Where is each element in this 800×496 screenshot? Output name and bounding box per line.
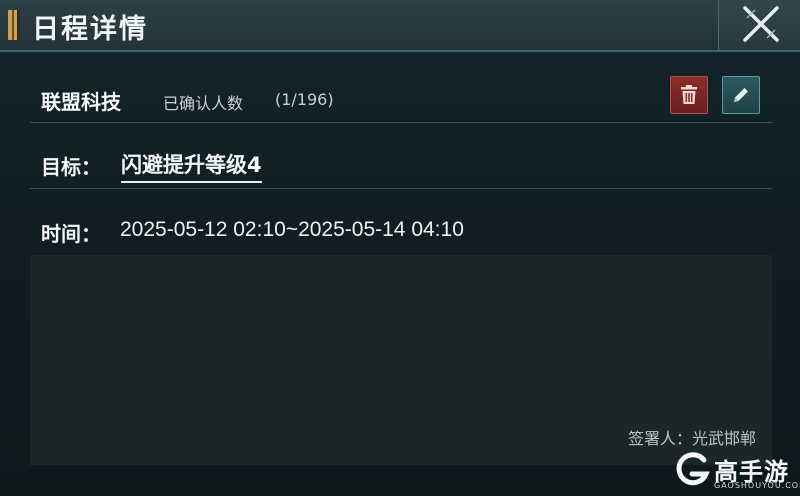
time-row: 时间： 2025-05-12 02:10~2025-05-14 04:10 <box>30 214 772 250</box>
goal-value-link[interactable]: 闪避提升等级4 <box>121 149 262 183</box>
watermark-subtext: GAOSHOUYOU.COM <box>714 481 800 490</box>
title-bar: 日程详情 <box>0 0 800 52</box>
time-label: 时间： <box>41 222 101 246</box>
delete-button[interactable] <box>670 76 708 114</box>
goal-row: 目标： 闪避提升等级4 <box>30 140 772 189</box>
title-accent-icon <box>8 10 20 40</box>
trash-icon <box>681 85 697 104</box>
goal-label: 目标： <box>41 155 101 179</box>
edit-button[interactable] <box>722 76 760 114</box>
confirm-count: (1/196) <box>275 90 334 109</box>
schedule-detail-dialog: 日程详情 联盟科技 已确认人数 (1/196) 目标： 闪避提升等级4 时间： … <box>0 0 800 496</box>
dialog-title: 日程详情 <box>32 14 148 45</box>
close-x-icon <box>743 6 779 42</box>
close-button[interactable] <box>718 0 800 50</box>
alliance-name: 联盟科技 <box>41 90 121 114</box>
time-value: 2025-05-12 02:10~2025-05-14 04:10 <box>120 218 464 241</box>
confirm-label: 已确认人数 <box>163 94 244 113</box>
watermark: 高手游 GAOSHOUYOU.COM <box>672 450 800 494</box>
signer-text: 签署人：光武邯郸 <box>627 429 756 448</box>
alliance-row: 联盟科技 已确认人数 (1/196) <box>30 72 772 123</box>
content-panel: 签署人：光武邯郸 <box>30 255 772 465</box>
pencil-icon <box>734 88 748 102</box>
gaoshouyou-logo-icon <box>676 452 710 486</box>
